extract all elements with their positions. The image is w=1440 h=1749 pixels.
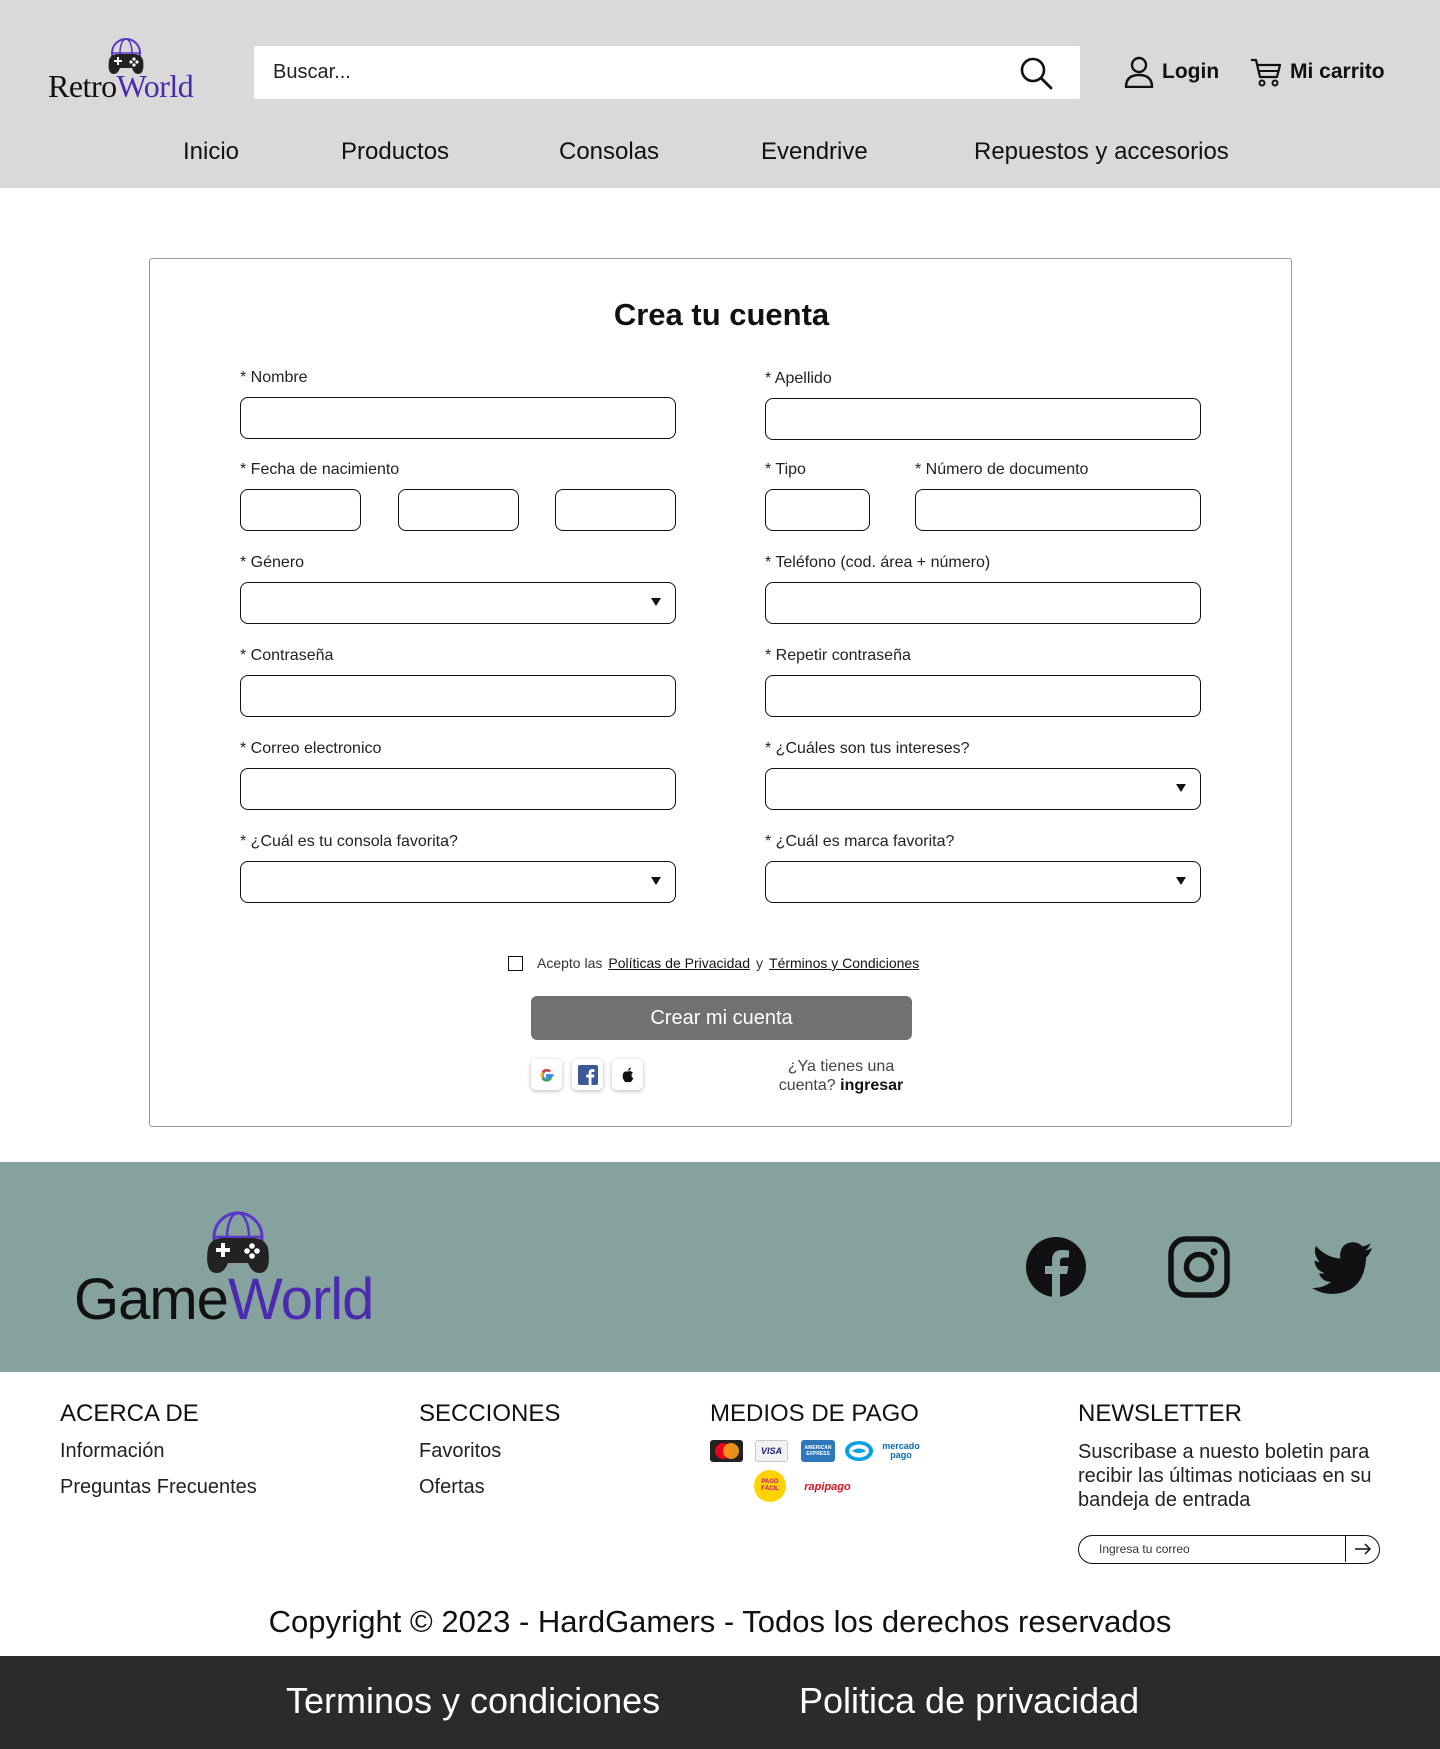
search-icon[interactable]: [1018, 55, 1054, 91]
footer-link-favoritos[interactable]: Favoritos: [419, 1440, 501, 1463]
cart-link[interactable]: Mi carrito: [1250, 54, 1385, 90]
terms-row: Acepto las Políticas de Privacidad y Tér…: [508, 955, 919, 971]
cart-icon: [1251, 58, 1282, 87]
visa-logo: VISA: [755, 1440, 788, 1462]
search-input[interactable]: [254, 46, 1014, 99]
newsletter-form: [1078, 1535, 1380, 1564]
instagram-icon[interactable]: [1168, 1236, 1230, 1298]
correo-label: * Correo electronico: [240, 740, 382, 757]
terms-checkbox[interactable]: [508, 955, 523, 971]
telefono-input[interactable]: [765, 582, 1201, 624]
footer-link-informacion[interactable]: Información: [60, 1440, 165, 1463]
apellido-label: * Apellido: [765, 370, 832, 387]
create-account-button[interactable]: Crear mi cuenta: [531, 996, 912, 1040]
contrasena-label: * Contraseña: [240, 647, 334, 664]
nav-item-evendrive[interactable]: Evendrive: [761, 138, 868, 166]
fecha-day-input[interactable]: [240, 489, 361, 531]
google-icon: [540, 1068, 553, 1082]
intereses-select[interactable]: [765, 768, 1201, 810]
nav-item-productos[interactable]: Productos: [341, 138, 449, 166]
caret-down-icon: [1176, 877, 1186, 885]
retroworld-logo[interactable]: RetroWorld: [48, 38, 218, 104]
amex-logo: AMERICAN EXPRESS: [801, 1440, 835, 1462]
mastercard-logo: [710, 1440, 743, 1462]
mercadopago-text: mercado pago: [882, 1441, 920, 1460]
cart-label: Mi carrito: [1290, 60, 1385, 83]
contrasena-input[interactable]: [240, 675, 676, 717]
privacy-footer-link[interactable]: Politica de privacidad: [799, 1680, 1139, 1722]
privacy-policy-link[interactable]: Políticas de Privacidad: [608, 955, 750, 971]
apple-signin-button[interactable]: [612, 1059, 643, 1090]
correo-input[interactable]: [240, 768, 676, 810]
terms-and: y: [756, 955, 764, 971]
marca-label: * ¿Cuál es marca favorita?: [765, 833, 955, 850]
nombre-input[interactable]: [240, 397, 676, 439]
repetir-contrasena-input[interactable]: [765, 675, 1201, 717]
newsletter-email-input[interactable]: [1079, 1536, 1345, 1562]
have-account-text: ¿Ya tienes una cuenta? ingresar: [778, 1058, 904, 1094]
gameworld-wordmark: GameWorld: [74, 1267, 374, 1332]
signup-card: Crea tu cuenta * Nombre * Apellido * Fec…: [149, 258, 1292, 1127]
apellido-input[interactable]: [765, 398, 1201, 440]
nav-item-repuestos[interactable]: Repuestos y accesorios: [974, 138, 1229, 166]
arrow-right-icon: [1354, 1543, 1371, 1555]
footer-link-faq[interactable]: Preguntas Frecuentes: [60, 1476, 257, 1499]
fecha-label: * Fecha de nacimiento: [240, 461, 400, 478]
caret-down-icon: [1176, 784, 1186, 792]
documento-label: * Número de documento: [915, 461, 1089, 478]
footer-link-ofertas[interactable]: Ofertas: [419, 1476, 485, 1499]
payment-heading: MEDIOS DE PAGO: [710, 1400, 919, 1427]
marca-select[interactable]: [765, 861, 1201, 903]
form-title: Crea tu cuenta: [613, 297, 830, 332]
facebook-icon: [577, 1064, 598, 1085]
about-heading: ACERCA DE: [60, 1400, 199, 1427]
tipo-input[interactable]: [765, 489, 870, 531]
bottom-bar: Terminos y condiciones Politica de priva…: [0, 1656, 1440, 1749]
caret-down-icon: [651, 877, 661, 885]
pagofacil-logo: PAGO FÁCIL: [754, 1470, 786, 1502]
search-bar: [254, 46, 1080, 99]
google-signin-button[interactable]: [531, 1059, 562, 1090]
login-label: Login: [1162, 60, 1220, 83]
terms-conditions-link[interactable]: Términos y Condiciones: [769, 955, 919, 971]
terms-footer-link[interactable]: Terminos y condiciones: [286, 1680, 660, 1722]
facebook-signin-button[interactable]: [572, 1059, 603, 1090]
genero-select[interactable]: [240, 582, 676, 624]
intereses-label: * ¿Cuáles son tus intereses?: [765, 740, 970, 757]
newsletter-heading: NEWSLETTER: [1078, 1400, 1243, 1427]
mercadopago-logo: [843, 1440, 875, 1462]
repetir-contrasena-label: * Repetir contraseña: [765, 647, 911, 664]
footer-brand-band: GameWorld: [0, 1162, 1440, 1372]
nav-item-inicio[interactable]: Inicio: [183, 138, 239, 166]
login-alt-link[interactable]: ingresar: [840, 1077, 903, 1094]
rapipago-logo: rapipago: [804, 1481, 851, 1493]
fecha-month-input[interactable]: [398, 489, 519, 531]
fecha-year-input[interactable]: [555, 489, 676, 531]
logo-wordmark: RetroWorld: [48, 68, 194, 104]
genero-label: * Género: [240, 554, 305, 571]
documento-input[interactable]: [915, 489, 1201, 531]
login-link[interactable]: Login: [1124, 54, 1219, 90]
twitter-icon[interactable]: [1311, 1236, 1373, 1298]
caret-down-icon: [651, 598, 661, 606]
consola-select[interactable]: [240, 861, 676, 903]
terms-prefix: Acepto las: [537, 955, 603, 971]
user-icon: [1124, 56, 1154, 88]
newsletter-text: Suscribase a nuesto boletin para recibir…: [1078, 1441, 1372, 1511]
consola-label: * ¿Cuál es tu consola favorita?: [240, 833, 458, 850]
facebook-icon[interactable]: [1025, 1236, 1087, 1298]
site-header: RetroWorld Login Mi carrito Inicio Produ…: [0, 0, 1440, 188]
nav-item-consolas[interactable]: Consolas: [559, 138, 659, 166]
tipo-label: * Tipo: [765, 461, 806, 478]
sections-heading: SECCIONES: [419, 1400, 561, 1427]
copyright-text: Copyright © 2023 - HardGamers - Todos lo…: [268, 1604, 1172, 1639]
apple-icon: [622, 1067, 633, 1082]
nombre-label: * Nombre: [240, 369, 308, 386]
newsletter-submit-button[interactable]: [1345, 1536, 1379, 1562]
telefono-label: * Teléfono (cod. área + número): [765, 554, 991, 571]
